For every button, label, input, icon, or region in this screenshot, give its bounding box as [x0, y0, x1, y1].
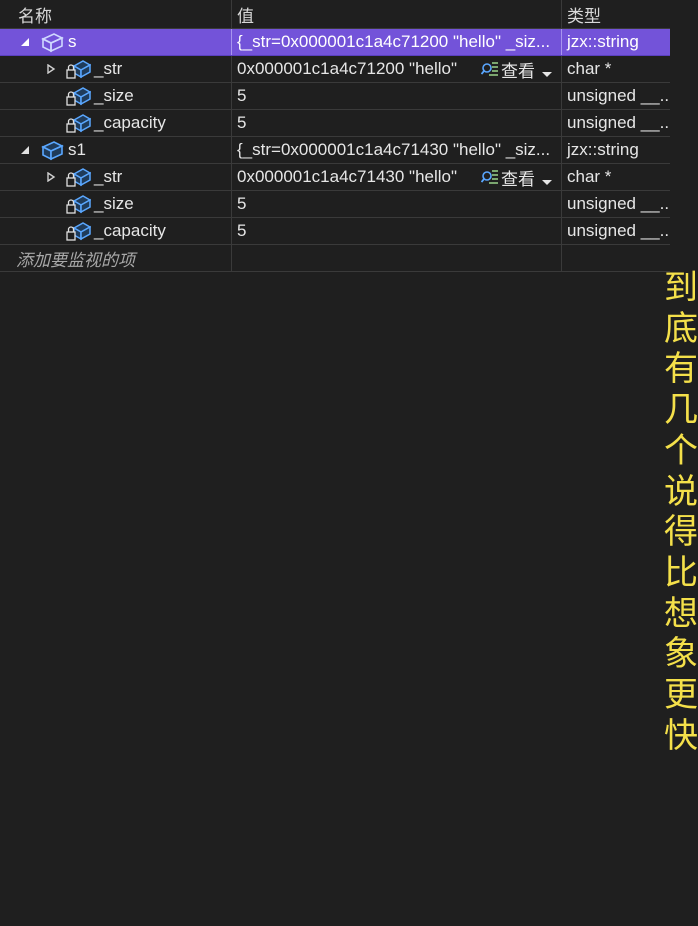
watch-row-s[interactable]: s {_str=0x000001c1a4c71200 "hello" _siz.…	[0, 29, 670, 56]
expanded-triangle-icon[interactable]	[19, 36, 31, 48]
private-member-icon	[65, 85, 92, 107]
row-type: unsigned __...	[567, 113, 670, 132]
column-type-header[interactable]: 类型	[562, 0, 670, 28]
watch-row-size[interactable]: _size 5 unsigned __...	[0, 191, 670, 218]
text-visualizer-icon	[480, 60, 499, 78]
row-value[interactable]: 0x000001c1a4c71430 "hello"	[237, 167, 457, 187]
row-type: unsigned __...	[567, 194, 670, 213]
private-member-icon	[65, 58, 92, 80]
chevron-down-icon[interactable]	[541, 64, 553, 77]
text-visualizer-button[interactable]: 查看	[480, 165, 553, 190]
row-value[interactable]: 5	[237, 194, 246, 214]
column-header: 名称 值 类型	[0, 0, 670, 29]
private-member-icon	[65, 220, 92, 242]
expanded-triangle-icon[interactable]	[19, 144, 31, 156]
watch-row-capacity[interactable]: _capacity 5 unsigned __...	[0, 218, 670, 245]
watch-row-str[interactable]: _str 0x000001c1a4c71430 "hello" 查看 char …	[0, 164, 670, 191]
row-value[interactable]: 5	[237, 113, 246, 133]
private-member-icon	[65, 112, 92, 134]
watch-row-str[interactable]: _str 0x000001c1a4c71200 "hello" 查看 char …	[0, 56, 670, 83]
watch-window: 名称 值 类型 s {_str=0x000001c1a4c71200 "hell…	[0, 0, 670, 272]
collapsed-triangle-icon[interactable]	[45, 171, 57, 183]
row-value[interactable]: 5	[237, 221, 246, 241]
watch-row-capacity[interactable]: _capacity 5 unsigned __...	[0, 110, 670, 137]
row-type: unsigned __...	[567, 86, 670, 105]
row-name: _capacity	[94, 113, 166, 132]
column-value-header[interactable]: 值	[232, 0, 562, 28]
add-watch-input[interactable]: 添加要监视的项	[0, 245, 232, 271]
row-type: jzx::string	[567, 32, 639, 51]
row-value[interactable]: {_str=0x000001c1a4c71430 "hello" _siz...	[237, 140, 550, 160]
row-name: _size	[94, 86, 134, 105]
row-name: _size	[94, 194, 134, 213]
column-name-header[interactable]: 名称	[0, 0, 232, 28]
row-name: _str	[94, 167, 123, 186]
object-icon	[40, 31, 64, 53]
add-watch-row[interactable]: 添加要监视的项	[0, 245, 670, 272]
row-type: char *	[567, 167, 612, 186]
text-visualizer-icon	[480, 168, 499, 186]
viewer-label: 查看	[501, 169, 535, 189]
row-name: s1	[68, 140, 86, 159]
private-member-icon	[65, 166, 92, 188]
private-member-icon	[65, 193, 92, 215]
row-name: s	[68, 32, 77, 51]
viewer-label: 查看	[501, 61, 535, 81]
row-type: unsigned __...	[567, 221, 670, 240]
row-name: _capacity	[94, 221, 166, 240]
row-name: _str	[94, 59, 123, 78]
row-value[interactable]: {_str=0x000001c1a4c71200 "hello" _siz...	[237, 32, 550, 52]
row-value[interactable]: 0x000001c1a4c71200 "hello"	[237, 59, 457, 79]
row-type: jzx::string	[567, 140, 639, 159]
row-type: char *	[567, 59, 612, 78]
watch-row-size[interactable]: _size 5 unsigned __...	[0, 83, 670, 110]
object-icon	[40, 139, 64, 161]
collapsed-triangle-icon[interactable]	[45, 63, 57, 75]
text-visualizer-button[interactable]: 查看	[480, 57, 553, 82]
watch-row-s1[interactable]: s1 {_str=0x000001c1a4c71430 "hello" _siz…	[0, 137, 670, 164]
vertical-overlay-caption: 到底有几个说得比想象更快	[664, 268, 698, 756]
chevron-down-icon[interactable]	[541, 172, 553, 185]
row-value[interactable]: 5	[237, 86, 246, 106]
